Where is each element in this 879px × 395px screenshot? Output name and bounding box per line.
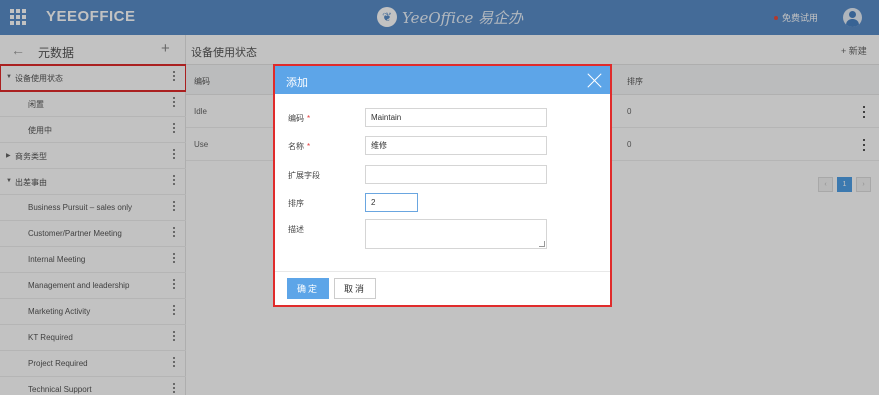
desc-textarea[interactable] (365, 219, 547, 249)
code-label: 编码 * (288, 113, 310, 124)
dialog-title: 添加 (286, 77, 308, 89)
ext-field[interactable] (365, 165, 547, 184)
name-field[interactable]: 维修 (365, 136, 547, 155)
dialog-header: 添加 (275, 66, 610, 94)
add-dialog: 添加 编码 * Maintain 名称 * 维修 扩展字段 排序 2 描述 确定 取… (273, 64, 612, 307)
close-icon[interactable] (587, 72, 603, 88)
code-label-text: 编码 (288, 114, 304, 123)
sort-label: 排序 (288, 199, 304, 208)
name-label: 名称 * (288, 141, 310, 152)
required-mark: * (307, 142, 311, 151)
resize-grip-icon[interactable] (539, 241, 545, 247)
required-mark: * (307, 114, 311, 123)
dialog-divider (275, 271, 610, 272)
sort-field[interactable]: 2 (365, 193, 418, 212)
name-label-text: 名称 (288, 142, 304, 151)
ext-field-label: 扩展字段 (288, 171, 320, 180)
desc-label: 描述 (288, 225, 304, 234)
cancel-button[interactable]: 取消 (334, 278, 376, 299)
code-field[interactable]: Maintain (365, 108, 547, 127)
confirm-button[interactable]: 确定 (287, 278, 329, 299)
